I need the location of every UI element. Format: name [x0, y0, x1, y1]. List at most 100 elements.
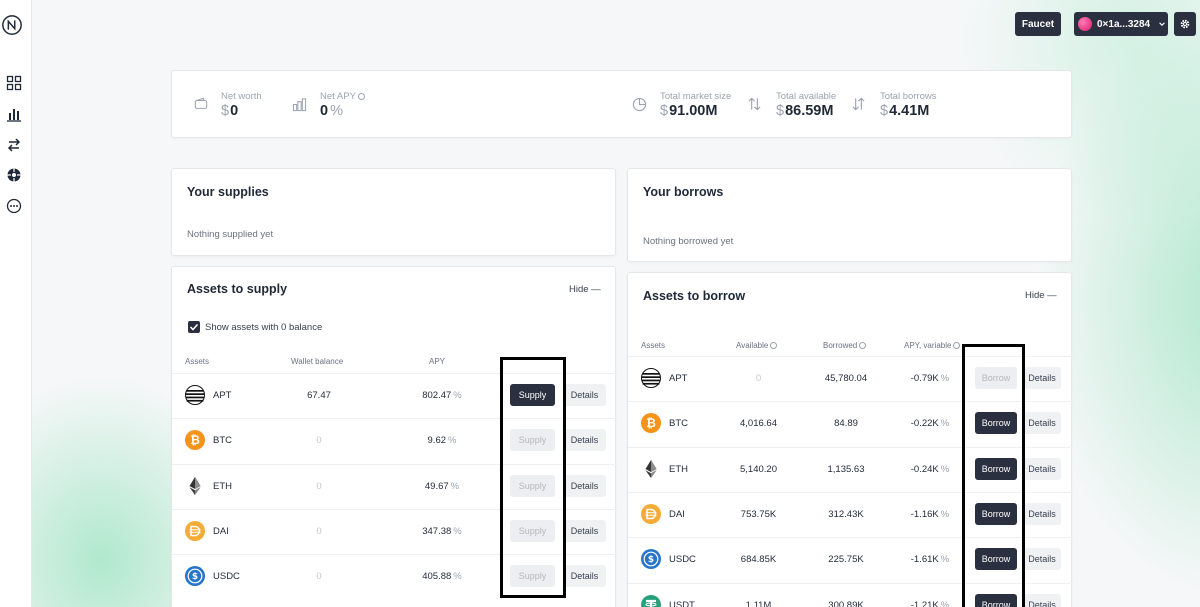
available-value: 4,016.64 — [740, 418, 777, 430]
swap-icon[interactable] — [6, 137, 22, 153]
details-button[interactable]: Details — [563, 384, 606, 406]
your-borrows-title: Your borrows — [643, 185, 724, 199]
your-supplies-card: Your supplies Nothing supplied yet — [171, 168, 616, 256]
your-borrows-card: Your borrows Nothing borrowed yet — [627, 168, 1072, 262]
apy-value: -1.61K% — [910, 554, 950, 566]
eth-icon — [641, 459, 661, 479]
governance-icon[interactable] — [6, 167, 22, 183]
faucet-button[interactable]: Faucet — [1015, 12, 1061, 36]
usdc-icon: $ — [641, 549, 661, 570]
asset-symbol: USDT — [669, 599, 695, 607]
checkmark-icon — [189, 323, 199, 331]
more-icon[interactable] — [6, 198, 22, 214]
borrow-button[interactable]: Borrow — [975, 412, 1017, 435]
net-apy-value: 0% — [320, 103, 343, 119]
row-divider — [172, 508, 617, 510]
pie-chart-icon — [632, 97, 647, 112]
supply-button[interactable]: Supply — [510, 429, 555, 452]
wallet-address: 0×1a...3284 — [1097, 18, 1151, 30]
supply-col-wallet-balance: Wallet balance — [291, 357, 344, 366]
apt-icon — [185, 385, 205, 405]
wallet-button[interactable]: 0×1a...3284 — [1074, 12, 1168, 36]
table-row: $ USDC 0 405.88% Supply Details — [172, 554, 617, 599]
asset-symbol: BTC — [669, 418, 688, 430]
asset-symbol: ETH — [669, 463, 688, 475]
details-button[interactable]: Details — [1023, 457, 1061, 480]
details-button[interactable]: Details — [563, 429, 606, 452]
row-divider — [172, 418, 617, 420]
info-icon[interactable] — [770, 342, 778, 350]
borrow-hide-toggle[interactable]: Hide — — [1025, 290, 1057, 301]
wallet-balance: 0 — [316, 525, 322, 537]
details-button[interactable]: Details — [563, 474, 606, 497]
show-zero-balance-label: Show assets with 0 balance — [205, 322, 323, 333]
supply-col-apy: APY — [429, 357, 446, 366]
dashboard-icon[interactable] — [6, 75, 22, 91]
borrow-button[interactable]: Borrow — [975, 548, 1017, 571]
borrowed-value: 45,780.04 — [824, 373, 868, 384]
apy-value: 9.62% — [427, 435, 457, 447]
app-logo-icon[interactable] — [1, 14, 23, 36]
apy-value: 49.67% — [424, 480, 460, 492]
details-button[interactable]: Details — [1023, 593, 1061, 607]
row-divider — [172, 373, 617, 374]
markets-chart-icon[interactable] — [6, 106, 22, 122]
row-divider — [628, 582, 1073, 584]
net-worth-value: $0 — [221, 103, 239, 119]
apy-value: -1.21K% — [910, 599, 950, 607]
row-divider — [628, 491, 1073, 493]
usdc-icon: $ — [185, 566, 205, 587]
row-divider — [172, 463, 617, 465]
apy-value: -0.24K% — [910, 463, 950, 475]
settings-button[interactable] — [1174, 12, 1196, 36]
borrowed-value: 1,135.63 — [827, 463, 865, 475]
info-icon[interactable] — [357, 92, 365, 100]
asset-symbol: USDC — [213, 571, 240, 583]
details-button[interactable]: Details — [1023, 502, 1061, 525]
table-row: USDT 1.11M 300.89K -1.21K% Borrow Details — [628, 582, 1073, 607]
total-market-size-label: Total market size — [660, 91, 732, 102]
asset-symbol: ETH — [213, 480, 232, 492]
net-apy-chart-icon — [292, 98, 307, 112]
borrow-button[interactable]: Borrow — [975, 593, 1017, 607]
apt-icon — [641, 368, 661, 388]
show-zero-balance-checkbox[interactable] — [188, 321, 200, 333]
wallet-balance: 0 — [316, 571, 322, 583]
borrow-col-borrowed: Borrowed — [823, 341, 867, 350]
total-borrows-label: Total borrows — [880, 91, 937, 102]
borrowed-value: 300.89K — [828, 599, 864, 607]
supply-button[interactable]: Supply — [510, 384, 555, 406]
row-divider — [628, 537, 1073, 539]
btc-icon: ₿ — [641, 413, 661, 434]
apy-value: -0.22K% — [910, 418, 950, 430]
borrows-empty-text: Nothing borrowed yet — [643, 236, 734, 247]
available-value: 1.11M — [745, 599, 772, 607]
supply-hide-toggle[interactable]: Hide — — [569, 284, 601, 295]
apy-value: 405.88% — [422, 571, 462, 583]
borrow-button[interactable]: Borrow — [975, 367, 1017, 389]
info-icon[interactable] — [953, 342, 961, 350]
table-row: APT 0 45,780.04 -0.79K% Borrow Details — [628, 356, 1073, 401]
borrow-button[interactable]: Borrow — [975, 457, 1017, 480]
borrow-button[interactable]: Borrow — [975, 502, 1017, 525]
details-button[interactable]: Details — [563, 519, 606, 542]
svg-text:$: $ — [648, 555, 654, 565]
borrow-col-assets: Assets — [641, 341, 666, 350]
borrow-col-available: Available — [736, 341, 778, 350]
details-button[interactable]: Details — [563, 565, 606, 588]
supply-button[interactable]: Supply — [510, 565, 555, 588]
apy-value: 347.38% — [422, 525, 462, 537]
wallet-balance: 67.47 — [307, 390, 331, 401]
details-button[interactable]: Details — [1023, 548, 1061, 571]
assets-to-borrow-card: Assets to borrow Hide — Assets Available… — [627, 272, 1073, 607]
wallet-icon — [194, 97, 208, 109]
table-row: ₿ BTC 0 9.62% Supply Details — [172, 418, 617, 463]
asset-symbol: APT — [669, 373, 688, 384]
info-icon[interactable] — [859, 342, 867, 350]
supply-button[interactable]: Supply — [510, 519, 555, 542]
details-button[interactable]: Details — [1023, 412, 1061, 435]
svg-text:₿: ₿ — [190, 433, 200, 447]
supply-button[interactable]: Supply — [510, 474, 555, 497]
arrows-updown-icon — [748, 97, 761, 111]
details-button[interactable]: Details — [1023, 367, 1061, 389]
